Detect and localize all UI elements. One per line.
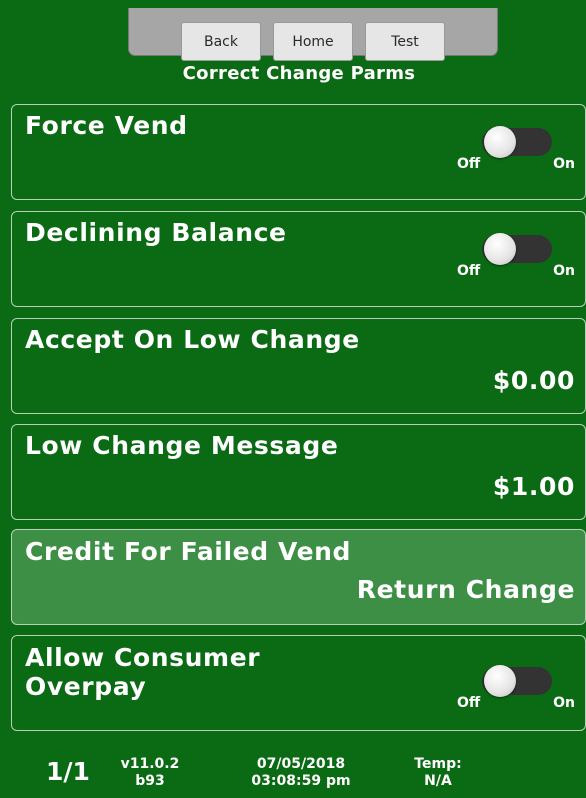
param-label: Credit For Failed Vend (25, 537, 352, 566)
toggle-on-label: On (553, 695, 575, 711)
force-vend-toggle[interactable]: Off On (457, 125, 575, 177)
param-label: Allow Consumer Overpay (25, 643, 260, 701)
param-row-credit-for-failed-vend[interactable]: Credit For Failed Vend Return Change (11, 529, 586, 625)
param-row-allow-consumer-overpay[interactable]: Allow Consumer Overpay Off On (11, 635, 586, 731)
toggle-knob-icon (484, 126, 516, 158)
time-text: 03:08:59 pm (251, 773, 351, 789)
temp-value: N/A (424, 773, 452, 789)
toggle-knob-icon (484, 233, 516, 265)
param-row-declining-balance[interactable]: Declining Balance Off On (11, 211, 586, 307)
version-info: v11.0.2 b93 (120, 756, 180, 790)
version-number: v11.0.2 (120, 756, 180, 772)
param-row-low-change-message[interactable]: Low Change Message $1.00 (11, 424, 586, 520)
toggle-off-label: Off (457, 695, 481, 711)
param-label: Accept On Low Change (25, 325, 360, 354)
param-value: $1.00 (492, 472, 575, 501)
allow-consumer-overpay-toggle[interactable]: Off On (457, 664, 575, 716)
declining-balance-toggle[interactable]: Off On (457, 232, 575, 284)
param-row-accept-on-low-change[interactable]: Accept On Low Change $0.00 (11, 318, 586, 414)
toggle-on-label: On (553, 156, 575, 172)
home-button[interactable]: Home (273, 22, 353, 61)
param-label: Force Vend (25, 111, 188, 140)
param-row-force-vend[interactable]: Force Vend Off On (11, 104, 586, 200)
param-label-line1: Allow Consumer (25, 643, 261, 672)
date-text: 07/05/2018 (256, 756, 346, 772)
screen: Back Home Test Correct Change Parms Forc… (0, 0, 586, 798)
param-value: $0.00 (492, 366, 575, 395)
toggle-knob-icon (484, 665, 516, 697)
toggle-off-label: Off (457, 156, 481, 172)
test-button[interactable]: Test (365, 22, 445, 61)
toggle-off-label: Off (457, 263, 481, 279)
temperature-info: Temp: N/A (402, 756, 474, 790)
param-label-line2: Overpay (25, 672, 147, 701)
param-label: Declining Balance (25, 218, 287, 247)
back-button[interactable]: Back (181, 22, 261, 61)
page-title: Correct Change Parms (182, 63, 416, 84)
temp-label: Temp: (414, 756, 462, 772)
param-label: Low Change Message (25, 431, 339, 460)
build-number: b93 (135, 773, 165, 789)
page-indicator: 1/1 (46, 757, 90, 786)
toggle-on-label: On (553, 263, 575, 279)
param-value: Return Change (356, 575, 575, 604)
datetime-info: 07/05/2018 03:08:59 pm (226, 756, 376, 790)
